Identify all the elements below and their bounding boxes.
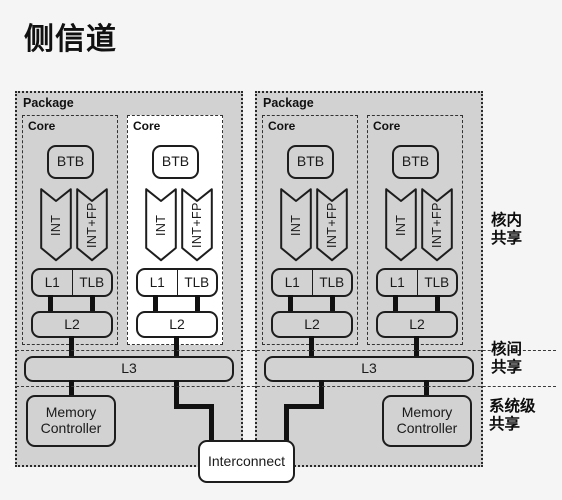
exec-unit-int-core-3[interactable]: INT	[385, 188, 417, 262]
interconnect-box[interactable]: Interconnect	[198, 440, 295, 483]
sharing-label-inter-core-line2: 共享	[491, 359, 523, 377]
connector-l3-interconnect-right-h	[284, 404, 324, 409]
core-0-label: Core	[28, 119, 56, 133]
l2-box-core-2[interactable]: L2	[271, 311, 353, 338]
memory-controller-right[interactable]: Memory Controller	[382, 395, 472, 447]
l2-box-core-0[interactable]: L2	[31, 311, 113, 338]
btb-box-core-2[interactable]: BTB	[287, 145, 334, 179]
l1-tlb-box-core-0[interactable]: L1 TLB	[31, 268, 113, 297]
core-1-label: Core	[133, 119, 161, 133]
sharing-label-intra-core-line1: 核内	[491, 212, 523, 229]
btb-label: BTB	[296, 153, 325, 170]
btb-label: BTB	[401, 153, 430, 170]
tlb-cell: TLB	[319, 275, 345, 290]
memory-controller-line2: Controller	[396, 420, 458, 436]
sharing-label-system-line2: 共享	[489, 416, 521, 434]
memory-controller-line2: Controller	[40, 420, 102, 436]
btb-box-core-0[interactable]: BTB	[47, 145, 94, 179]
exec-unit-int-core-2[interactable]: INT	[280, 188, 312, 262]
memory-controller-line1: Memory	[45, 404, 97, 421]
interconnect-label: Interconnect	[207, 452, 286, 469]
btb-label: BTB	[161, 153, 190, 170]
sharing-label-inter-core: 核间 共享	[491, 341, 522, 378]
l2-label: L2	[169, 315, 185, 332]
separator-intra-core	[16, 350, 556, 351]
btb-label: BTB	[56, 153, 85, 170]
l1-tlb-box-core-2[interactable]: L1 TLB	[271, 268, 353, 297]
l2-label: L2	[64, 315, 80, 332]
sharing-label-intra-core: 核内 共享	[491, 212, 522, 249]
connector-l3-interconnect-left-h	[174, 404, 214, 409]
exec-unit-int-core-0[interactable]: INT	[40, 188, 72, 262]
sharing-label-inter-core-line1: 核间	[491, 341, 523, 358]
btb-box-core-3[interactable]: BTB	[392, 145, 439, 179]
sharing-label-system: 系统级 共享	[489, 398, 536, 435]
exec-unit-intfp-core-2[interactable]: INT+FP	[316, 188, 348, 262]
connector-l3-interconnect-right-v2	[284, 404, 289, 444]
memory-controller-left[interactable]: Memory Controller	[26, 395, 116, 447]
connector-l2-l3-core-2	[309, 336, 314, 358]
l3-box-left[interactable]: L3	[24, 356, 234, 382]
l2-box-core-1[interactable]: L2	[136, 311, 218, 338]
sharing-label-intra-core-line2: 共享	[491, 230, 523, 248]
package-left-label: Package	[23, 96, 74, 110]
l1-tlb-box-core-3[interactable]: L1 TLB	[376, 268, 458, 297]
exec-unit-intfp-core-3[interactable]: INT+FP	[421, 188, 453, 262]
l1-cell: L1	[138, 270, 178, 295]
l2-box-core-3[interactable]: L2	[376, 311, 458, 338]
sharing-label-system-line1: 系统级	[489, 398, 536, 415]
l1-cell: L1	[33, 270, 73, 295]
exec-unit-int-core-1[interactable]: INT	[145, 188, 177, 262]
l2-label: L2	[304, 315, 320, 332]
connector-l2-l3-core-1	[174, 336, 179, 358]
l1-cell: L1	[378, 270, 418, 295]
tlb-cell: TLB	[184, 275, 210, 290]
exec-unit-intfp-core-0[interactable]: INT+FP	[76, 188, 108, 262]
l3-box-right[interactable]: L3	[264, 356, 474, 382]
core-2-label: Core	[268, 119, 296, 133]
connector-l2-l3-core-3	[414, 336, 419, 358]
memory-controller-line1: Memory	[401, 404, 453, 421]
connector-l2-l3-core-0	[69, 336, 74, 358]
l2-label: L2	[409, 315, 425, 332]
l1-tlb-box-core-1[interactable]: L1 TLB	[136, 268, 218, 297]
btb-box-core-1[interactable]: BTB	[152, 145, 199, 179]
l3-label: L3	[121, 360, 137, 377]
architecture-diagram: Package Core BTB INT INT+FP L1 TLB L2 Co…	[0, 0, 562, 500]
tlb-cell: TLB	[79, 275, 105, 290]
connector-l3-interconnect-left-v2	[209, 404, 214, 444]
separator-inter-core	[16, 386, 556, 387]
exec-unit-intfp-core-1[interactable]: INT+FP	[181, 188, 213, 262]
core-3-label: Core	[373, 119, 401, 133]
l3-label: L3	[361, 360, 377, 377]
package-right-label: Package	[263, 96, 314, 110]
l1-cell: L1	[273, 270, 313, 295]
tlb-cell: TLB	[424, 275, 450, 290]
